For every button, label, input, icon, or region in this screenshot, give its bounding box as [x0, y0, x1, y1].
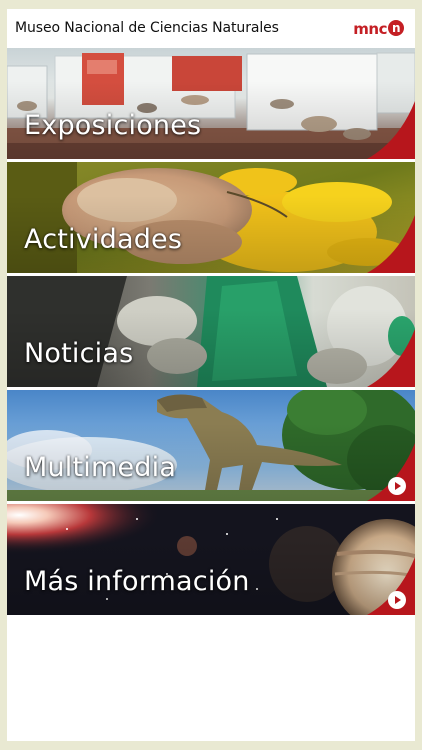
menu-item-exposiciones[interactable]: Exposiciones [7, 48, 415, 159]
menu-item-label: Actividades [24, 224, 183, 255]
corner-ribbon-icon [367, 101, 415, 159]
museum-logo: mnc n [353, 20, 404, 38]
tile-shade [7, 390, 415, 501]
corner-ribbon-icon [367, 329, 415, 387]
corner-ribbon-icon [367, 215, 415, 273]
play-icon[interactable] [388, 477, 406, 495]
menu-item-multimedia[interactable]: Multimedia [7, 390, 415, 501]
page-title: Museo Nacional de Ciencias Naturales [15, 20, 279, 36]
logo-text: mnc [353, 20, 387, 38]
tile-shade [7, 504, 415, 615]
tile-shade [7, 276, 415, 387]
corner-ribbon-icon [367, 443, 415, 501]
play-icon[interactable] [388, 591, 406, 609]
menu-item-label: Noticias [24, 338, 134, 369]
corner-ribbon-icon [367, 557, 415, 615]
app-header: Museo Nacional de Ciencias Naturales mnc… [7, 9, 415, 48]
logo-badge: n [388, 20, 404, 36]
menu-item-actividades[interactable]: Actividades [7, 162, 415, 273]
menu-item-noticias[interactable]: Noticias [7, 276, 415, 387]
app-frame: Museo Nacional de Ciencias Naturales mnc… [7, 9, 415, 741]
tile-shade [7, 48, 415, 159]
menu-item-label: Más información [24, 566, 250, 597]
menu-item-mas-informacion[interactable]: Más información [7, 504, 415, 615]
tile-shade [7, 162, 415, 273]
menu-item-label: Exposiciones [24, 110, 202, 141]
menu-item-label: Multimedia [24, 452, 177, 483]
